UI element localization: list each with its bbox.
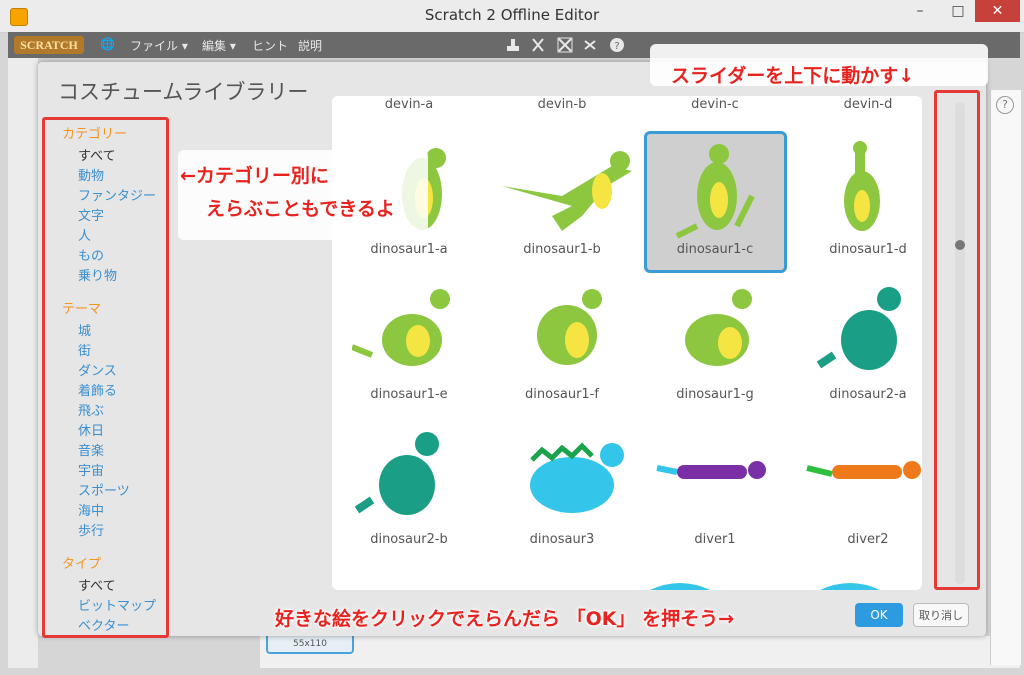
help-icon[interactable]: ? bbox=[610, 38, 624, 52]
grow-icon[interactable] bbox=[557, 37, 573, 53]
theme-space[interactable]: 宇宙 bbox=[78, 460, 104, 479]
cut-icon[interactable] bbox=[532, 38, 544, 52]
type-bitmap[interactable]: ビットマップ bbox=[78, 595, 156, 614]
menu-about[interactable]: 説明 bbox=[298, 37, 322, 54]
theme-city[interactable]: 街 bbox=[78, 340, 91, 359]
scrollbar-track[interactable] bbox=[955, 102, 965, 584]
maximize-button[interactable]: □ bbox=[943, 0, 973, 22]
dialog-title: コスチュームライブラリー bbox=[58, 80, 309, 104]
category-all[interactable]: すべて bbox=[78, 145, 116, 164]
costume-label[interactable]: dinosaur1-c bbox=[640, 242, 790, 257]
costume-label[interactable]: dinosaur1-e bbox=[334, 387, 484, 402]
dinosaur-icon[interactable] bbox=[675, 144, 755, 239]
scrollbar-thumb[interactable] bbox=[955, 240, 965, 250]
cancel-button[interactable]: 取り消し bbox=[913, 603, 969, 627]
type-all[interactable]: すべて bbox=[78, 575, 116, 594]
menu-edit[interactable]: 編集 ▾ bbox=[202, 37, 236, 54]
annotation-category-line1: ←カテゴリー別に bbox=[180, 165, 329, 187]
stamp-icon[interactable] bbox=[507, 39, 519, 51]
costume-row-4-peek bbox=[650, 583, 880, 590]
theme-dress-up[interactable]: 着飾る bbox=[78, 380, 117, 399]
costume-label[interactable]: diver1 bbox=[640, 532, 790, 547]
costume-label[interactable]: dinosaur1-f bbox=[487, 387, 637, 402]
category-people[interactable]: 人 bbox=[78, 225, 91, 244]
category-fantasy[interactable]: ファンタジー bbox=[78, 185, 156, 204]
dinosaur-icon[interactable] bbox=[352, 289, 450, 366]
globe-icon[interactable]: 🌐 bbox=[100, 37, 115, 51]
ok-button[interactable]: OK bbox=[855, 603, 903, 627]
category-letters[interactable]: 文字 bbox=[78, 205, 104, 224]
costume-label[interactable]: dinosaur2-b bbox=[334, 532, 484, 547]
category-head: カテゴリー bbox=[62, 127, 128, 142]
dinosaur-icon[interactable] bbox=[685, 289, 752, 366]
help-icon[interactable]: ? bbox=[996, 96, 1014, 114]
annotation-category-line2: えらぶこともできるよ bbox=[206, 198, 395, 220]
toolbar-icons: ? bbox=[507, 37, 624, 53]
category-things[interactable]: もの bbox=[78, 245, 104, 264]
menu-file[interactable]: ファイル ▾ bbox=[130, 37, 188, 54]
svg-text:?: ? bbox=[614, 41, 619, 52]
costume-label[interactable]: devin-b bbox=[487, 97, 637, 112]
dinosaur-icon[interactable] bbox=[502, 151, 632, 231]
costume-label[interactable]: diver2 bbox=[793, 532, 943, 547]
editor-bottom bbox=[260, 636, 1020, 668]
type-vector[interactable]: ベクター bbox=[78, 615, 129, 634]
editor-right-pane bbox=[990, 90, 1021, 665]
theme-sports[interactable]: スポーツ bbox=[78, 480, 130, 499]
theme-holiday[interactable]: 休日 bbox=[78, 420, 104, 439]
diver-icon[interactable] bbox=[806, 461, 921, 479]
costume-label[interactable]: dinosaur3 bbox=[487, 532, 637, 547]
theme-castle[interactable]: 城 bbox=[78, 320, 91, 339]
costume-label[interactable]: dinosaur1-a bbox=[334, 242, 484, 257]
type-head: タイプ bbox=[62, 557, 102, 572]
theme-head: テーマ bbox=[62, 302, 102, 317]
sprite-pane bbox=[8, 58, 38, 668]
theme-walking[interactable]: 歩行 bbox=[78, 520, 104, 539]
menu-tips[interactable]: ヒント bbox=[252, 37, 288, 54]
minimize-button[interactable]: – bbox=[905, 0, 935, 22]
dinosaur-icon[interactable] bbox=[844, 141, 880, 231]
theme-flying[interactable]: 飛ぶ bbox=[78, 400, 104, 419]
theme-dance[interactable]: ダンス bbox=[78, 360, 117, 379]
costume-row-1-images bbox=[402, 141, 880, 239]
window-title: Scratch 2 Offline Editor bbox=[424, 6, 600, 24]
costume-label[interactable]: dinosaur1-b bbox=[487, 242, 637, 257]
dinosaur-icon[interactable] bbox=[816, 287, 901, 370]
costume-label[interactable]: devin-a bbox=[334, 97, 484, 112]
shrink-icon[interactable] bbox=[584, 40, 596, 50]
annotation-slider: スライダーを上下に動かす↓ bbox=[671, 65, 915, 87]
theme-underwater[interactable]: 海中 bbox=[78, 500, 104, 519]
category-transport[interactable]: 乗り物 bbox=[78, 265, 117, 284]
costume-row-2-images bbox=[352, 287, 901, 370]
scratch-logo[interactable]: SCRATCH bbox=[14, 36, 84, 54]
dinosaur-icon[interactable] bbox=[537, 289, 602, 365]
costume-row-3-images bbox=[354, 432, 921, 515]
costume-label[interactable]: devin-c bbox=[640, 97, 790, 112]
costume-label[interactable]: dinosaur1-g bbox=[640, 387, 790, 402]
costume-label[interactable]: dinosaur1-d bbox=[793, 242, 943, 257]
theme-music[interactable]: 音楽 bbox=[78, 440, 104, 459]
dinosaur-icon[interactable] bbox=[354, 432, 439, 515]
dinosaur-icon[interactable] bbox=[530, 442, 624, 513]
diver-icon[interactable] bbox=[656, 461, 766, 479]
close-button[interactable]: ✕ bbox=[975, 0, 1020, 22]
costume-label[interactable]: devin-d bbox=[793, 97, 943, 112]
category-animals[interactable]: 動物 bbox=[78, 165, 104, 184]
annotation-ok-hint: 好きな絵をクリックでえらんだら 「OK」 を押そう→ bbox=[275, 608, 735, 630]
costume-label[interactable]: dinosaur2-a bbox=[793, 387, 943, 402]
